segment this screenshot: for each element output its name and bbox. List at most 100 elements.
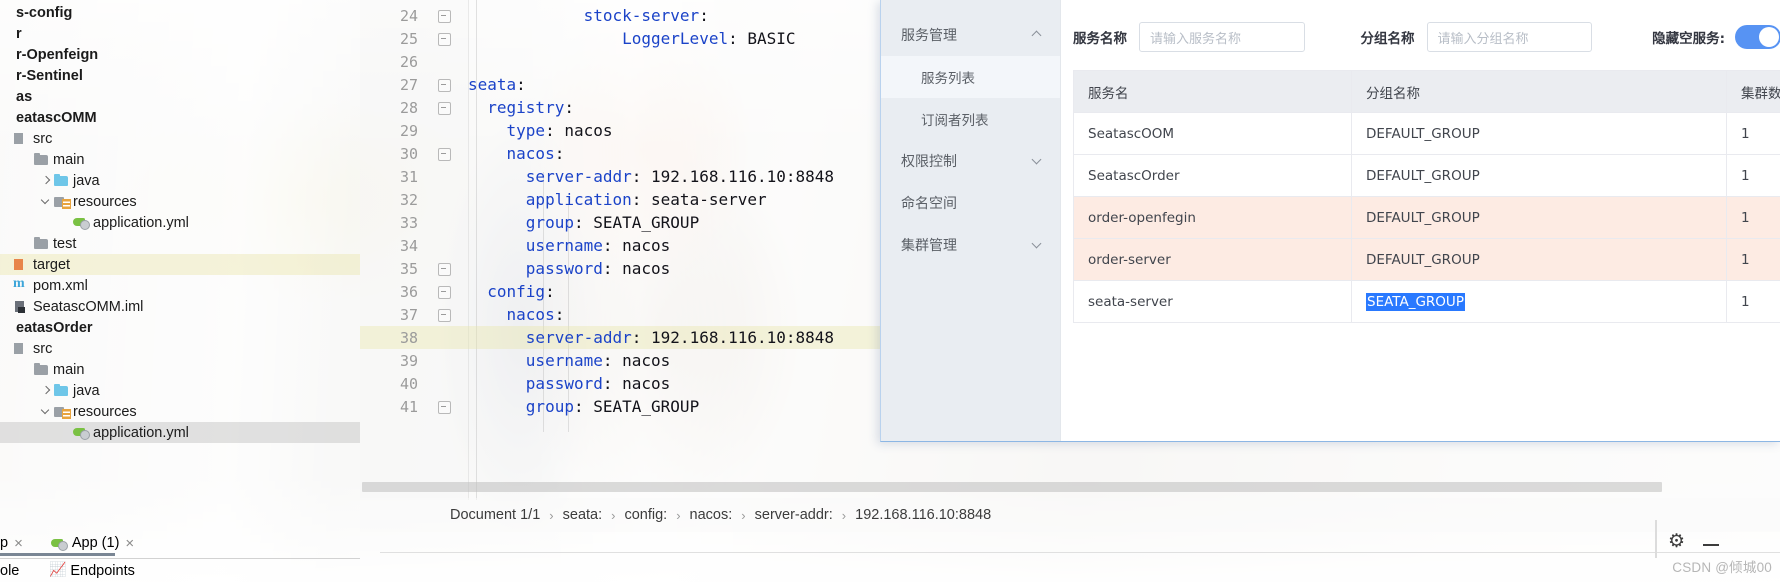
breadcrumb[interactable]: Document 1/1 › seata: › config: › nacos: › serve… bbox=[360, 498, 1780, 532]
breadcrumb-item[interactable]: nacos: bbox=[690, 507, 733, 523]
breadcrumb-separator: › bbox=[549, 507, 554, 523]
chevron-down-icon[interactable] bbox=[1032, 156, 1042, 166]
table-row[interactable]: order-openfegin DEFAULT_GROUP 1 bbox=[1074, 197, 1780, 239]
tree-node-main[interactable]: main bbox=[0, 359, 360, 380]
nacos-nav-sub-item[interactable]: 服务列表 bbox=[881, 56, 1060, 98]
fold-toggle-icon[interactable] bbox=[418, 27, 468, 50]
code-text: config: bbox=[468, 282, 555, 301]
tree-node-label: eatasOrder bbox=[16, 319, 93, 336]
tree-node-resources[interactable]: resources bbox=[0, 191, 360, 212]
breadcrumb-item[interactable]: seata: bbox=[563, 507, 603, 523]
tree-node-seatascomm-iml[interactable]: SeatascOMM.iml bbox=[0, 296, 360, 317]
tree-node-pom-xml[interactable]: pom.xml bbox=[0, 275, 360, 296]
service-list-table: 服务名分组名称集群数目SeatascOOMDEFAULT_GROUP1Seata… bbox=[1073, 70, 1780, 323]
cell-group-name: SEATA_GROUP bbox=[1352, 281, 1727, 323]
tree-node-resources[interactable]: resources bbox=[0, 401, 360, 422]
nacos-console-window[interactable]: 服务管理服务列表订阅者列表 权限控制 命名空间 集群管理 服务名称 请输入服务名称 分… bbox=[880, 0, 1780, 442]
nacos-nav-item[interactable]: 服务管理 bbox=[881, 14, 1060, 56]
bottom-tool-strip[interactable]: ole Endpoints bbox=[0, 558, 360, 582]
code-text: registry: bbox=[468, 98, 574, 117]
chevron-down-icon[interactable] bbox=[40, 195, 53, 208]
breadcrumb-separator: › bbox=[611, 507, 616, 523]
fold-toggle-icon[interactable] bbox=[418, 142, 468, 165]
tab-app-label[interactable]: App (1) bbox=[72, 535, 120, 551]
line-number: 27 bbox=[399, 75, 418, 94]
fold-toggle-icon[interactable] bbox=[418, 4, 468, 27]
table-column-header[interactable]: 服务名 bbox=[1074, 71, 1352, 113]
breadcrumb-item[interactable]: Document 1/1 bbox=[450, 507, 540, 523]
tree-node-r[interactable]: r bbox=[0, 23, 360, 44]
tree-node-eatasorder[interactable]: eatasOrder bbox=[0, 317, 360, 338]
nacos-nav-label: 服务列表 bbox=[921, 71, 975, 87]
fold-toggle-icon[interactable] bbox=[418, 395, 468, 418]
fold-toggle-icon[interactable] bbox=[418, 73, 468, 96]
chevron-right-icon[interactable] bbox=[40, 174, 53, 187]
resources-folder-icon bbox=[53, 194, 71, 209]
line-number: 30 bbox=[399, 144, 418, 163]
tree-node-label: target bbox=[33, 256, 71, 273]
group-name-input[interactable]: 请输入分组名称 bbox=[1426, 22, 1593, 52]
close-icon[interactable]: × bbox=[14, 535, 23, 552]
nacos-nav-sub-item[interactable]: 订阅者列表 bbox=[881, 98, 1060, 140]
table-row[interactable]: order-server DEFAULT_GROUP 1 bbox=[1074, 239, 1780, 281]
tree-node-src[interactable]: src bbox=[0, 128, 360, 149]
tree-node-application-yml[interactable]: application.yml bbox=[0, 212, 360, 233]
breadcrumb-item[interactable]: config: bbox=[624, 507, 667, 523]
tree-node-as[interactable]: as bbox=[0, 86, 360, 107]
line-number: 24 bbox=[399, 6, 418, 25]
table-column-header[interactable]: 分组名称 bbox=[1352, 71, 1727, 113]
tree-node-java[interactable]: java bbox=[0, 170, 360, 191]
tree-node-label: src bbox=[33, 130, 53, 147]
tree-node-label: r bbox=[16, 25, 22, 42]
chevron-up-icon[interactable] bbox=[1032, 30, 1042, 40]
endpoints-tab-label[interactable]: Endpoints bbox=[70, 563, 135, 579]
service-search-bar[interactable]: 服务名称 请输入服务名称 分组名称 请输入分组名称 隐藏空服务: bbox=[1061, 0, 1780, 70]
fold-toggle-icon[interactable] bbox=[418, 303, 468, 326]
nacos-nav-item[interactable]: 权限控制 bbox=[881, 140, 1060, 182]
code-text: application: seata-server bbox=[468, 190, 767, 209]
tree-node-test[interactable]: test bbox=[0, 233, 360, 254]
breadcrumb-item[interactable]: 192.168.116.10:8848 bbox=[855, 507, 991, 523]
tree-node-label: java bbox=[73, 172, 100, 189]
maven-xml-icon bbox=[13, 276, 30, 293]
tree-node-label: application.yml bbox=[93, 214, 189, 231]
tree-node-application-yml[interactable]: application.yml bbox=[0, 422, 360, 443]
gear-icon[interactable] bbox=[1668, 532, 1685, 554]
chevron-down-icon[interactable] bbox=[1032, 240, 1042, 250]
tree-node-eatascomm[interactable]: eatascOMM bbox=[0, 107, 360, 128]
console-tab-label[interactable]: ole bbox=[0, 563, 19, 579]
fold-toggle-icon[interactable] bbox=[418, 257, 468, 280]
code-text: server-addr: 192.168.116.10:8848 bbox=[468, 167, 835, 186]
chevron-right-icon[interactable] bbox=[40, 384, 53, 397]
tree-node-label: resources bbox=[73, 403, 137, 420]
table-column-header[interactable]: 集群数目 bbox=[1727, 71, 1780, 113]
code-text: username: nacos bbox=[468, 236, 671, 255]
tree-node-java[interactable]: java bbox=[0, 380, 360, 401]
tree-node-src[interactable]: src bbox=[0, 338, 360, 359]
tree-node-r-openfeign[interactable]: r-Openfeign bbox=[0, 44, 360, 65]
tree-node-s-config[interactable]: s-config bbox=[0, 2, 360, 23]
table-row[interactable]: seata-server SEATA_GROUP 1 bbox=[1074, 281, 1780, 323]
tree-node-label: as bbox=[16, 88, 33, 105]
hide-empty-services-toggle[interactable] bbox=[1735, 25, 1780, 49]
tree-node-target[interactable]: target bbox=[0, 254, 360, 275]
chevron-down-icon[interactable] bbox=[40, 405, 53, 418]
breadcrumb-item[interactable]: server-addr: bbox=[755, 507, 833, 523]
fold-toggle-icon[interactable] bbox=[418, 280, 468, 303]
nacos-nav-item[interactable]: 集群管理 bbox=[881, 224, 1060, 266]
minimize-icon[interactable] bbox=[1703, 544, 1719, 546]
close-icon[interactable]: × bbox=[125, 535, 134, 552]
editor-horizontal-scrollbar[interactable] bbox=[362, 482, 1662, 492]
nacos-nav-item[interactable]: 命名空间 bbox=[881, 182, 1060, 224]
fold-toggle-icon[interactable] bbox=[418, 96, 468, 119]
tree-node-r-sentinel[interactable]: r-Sentinel bbox=[0, 65, 360, 86]
table-row[interactable]: SeatascOrder DEFAULT_GROUP 1 bbox=[1074, 155, 1780, 197]
table-row[interactable]: SeatascOOM DEFAULT_GROUP 1 bbox=[1074, 113, 1780, 155]
service-name-input[interactable]: 请输入服务名称 bbox=[1139, 22, 1305, 52]
tree-node-main[interactable]: main bbox=[0, 149, 360, 170]
project-tree[interactable]: s-config r r-Openfeign r-Sentinel as eatascOM… bbox=[0, 0, 360, 500]
tab-truncated-label[interactable]: p bbox=[0, 535, 8, 551]
nacos-sidebar[interactable]: 服务管理服务列表订阅者列表 权限控制 命名空间 集群管理 bbox=[881, 0, 1061, 441]
line-number: 35 bbox=[399, 259, 418, 278]
